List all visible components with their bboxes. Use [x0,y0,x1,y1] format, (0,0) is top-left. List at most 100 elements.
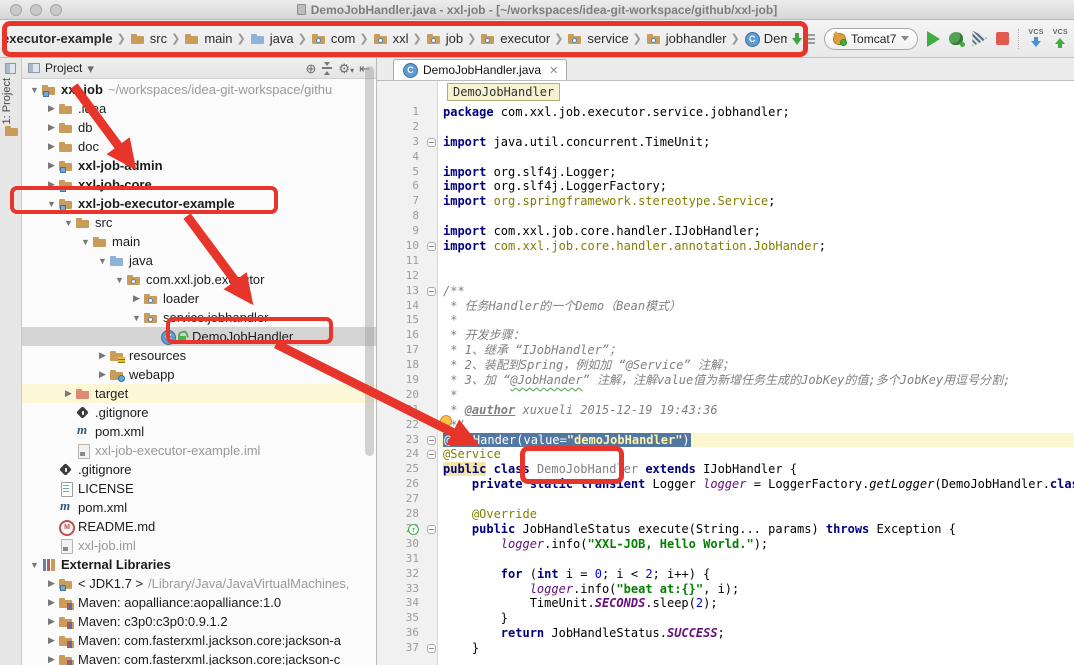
breadcrumb-item-java[interactable]: java [250,31,294,46]
tree-item-maven-c3p0-c3p0-0.9.1.2[interactable]: ▶Maven: c3p0:c3p0:0.9.1.2 [22,612,376,631]
close-tab-icon[interactable]: ✕ [549,64,558,77]
breadcrumb-item-xxl[interactable]: xxl [373,31,409,46]
module-icon [58,159,74,173]
tree-item-xxl-job[interactable]: ▼xxl-job~/workspaces/idea-git-workspace/… [22,80,376,99]
close-window-button[interactable] [10,4,22,16]
tree-expand-arrow[interactable]: ▼ [130,313,143,323]
collapse-all-icon[interactable] [321,62,333,75]
tree-item-.idea[interactable]: ▶.idea [22,99,376,118]
minimize-window-button[interactable] [30,4,42,16]
tree-expand-arrow[interactable]: ▶ [96,350,109,361]
toolbar-separator [1018,29,1019,49]
tree-item-service.jobhandler[interactable]: ▼service.jobhandler [22,308,376,327]
code-text: * 3、加 “@JobHander” 注解，注解value值为新增任务生成的Jo… [377,373,1074,388]
tree-item-pom.xml[interactable]: pom.xml [22,422,376,441]
code-line-34: 34 TimeUnit.SECONDS.sleep(2); [377,596,1074,611]
project-panel-title: Project [45,61,82,75]
tree-expand-arrow[interactable]: ▼ [62,218,75,228]
gear-icon[interactable]: ⚙▾ [338,62,354,75]
tree-expand-arrow[interactable]: ▶ [45,597,58,608]
tree-item-main[interactable]: ▼main [22,232,376,251]
tool-window-icon[interactable] [5,63,16,74]
tree-item-loader[interactable]: ▶loader [22,289,376,308]
editor-area: DemoJobHandler.java ✕ DemoJobHandler 1pa… [377,58,1074,665]
project-tree-scrollbar[interactable] [365,66,374,456]
tree-item-webapp[interactable]: ▶webapp [22,365,376,384]
tree-item-resources[interactable]: ▶resources [22,346,376,365]
tree-item-external-libraries[interactable]: ▼External Libraries [22,555,376,574]
tree-expand-arrow[interactable]: ▼ [79,237,92,247]
tree-item-demojobhandler[interactable]: DemoJobHandler [22,327,376,346]
tab-demojobhandler[interactable]: DemoJobHandler.java ✕ [393,59,567,80]
tree-expand-arrow[interactable]: ▶ [62,388,75,399]
breadcrumb-item-job[interactable]: job [426,31,463,46]
tree-item-db[interactable]: ▶db [22,118,376,137]
tree-item-label: .gitignore [78,462,131,477]
breadcrumb-item-src[interactable]: src [130,31,167,46]
tree-item-.gitignore[interactable]: .gitignore [22,460,376,479]
breadcrumb-item-com[interactable]: com [311,31,356,46]
vcs-update-button[interactable]: VCS [1028,29,1043,48]
tree-item-xxl-job-core[interactable]: ▶xxl-job-core [22,175,376,194]
tree-expand-arrow[interactable]: ▼ [28,560,41,570]
tree-expand-arrow[interactable]: ▼ [113,275,126,285]
tree-item-src[interactable]: ▼src [22,213,376,232]
tree-expand-arrow[interactable]: ▶ [45,635,58,646]
tree-item-java[interactable]: ▼java [22,251,376,270]
breadcrumb-item-executor[interactable]: executor [480,31,550,46]
breadcrumb-item-jobhandler[interactable]: jobhandler [646,31,727,46]
tree-expand-arrow[interactable]: ▶ [45,160,58,171]
tree-item--jdk1.7-[interactable]: ▶< JDK1.7 >/Library/Java/JavaVirtualMach… [22,574,376,593]
tree-item-com.xxl.job.executor[interactable]: ▼com.xxl.job.executor [22,270,376,289]
tree-expand-arrow[interactable]: ▶ [45,103,58,114]
tree-expand-arrow[interactable]: ▼ [96,256,109,266]
breadcrumb-item-service[interactable]: service [567,31,628,46]
stop-button[interactable] [996,32,1009,45]
tree-item-readme.md[interactable]: README.md [22,517,376,536]
breadcrumb-separator: ❯ [467,32,476,45]
tree-item-xxl-job-executor-example.iml[interactable]: xxl-job-executor-example.iml [22,441,376,460]
tree-expand-arrow[interactable]: ▶ [45,122,58,133]
tree-expand-arrow[interactable]: ▶ [45,578,58,589]
document-icon [297,4,306,15]
window-controls[interactable] [10,4,62,16]
tree-item-xxl-job-admin[interactable]: ▶xxl-job-admin [22,156,376,175]
tree-expand-arrow[interactable]: ▶ [45,654,58,665]
tree-expand-arrow[interactable]: ▶ [96,369,109,380]
tree-item-target[interactable]: ▶target [22,384,376,403]
tree-item-xxl-job-executor-example[interactable]: ▼xxl-job-executor-example [22,194,376,213]
locate-file-icon[interactable]: ⊕ [306,62,317,75]
tree-item-doc[interactable]: ▶doc [22,137,376,156]
tree-expand-arrow[interactable]: ▼ [28,85,41,95]
view-mode-chevron-icon[interactable]: ▾ [87,62,94,75]
tree-expand-arrow[interactable]: ▶ [130,293,143,304]
tree-item-maven-com.fasterxml.jackson.core-jackson-c[interactable]: ▶Maven: com.fasterxml.jackson.core:jacks… [22,650,376,665]
vcs-commit-button[interactable]: VCS [1053,29,1068,48]
download-sources-icon[interactable] [791,32,803,46]
run-configuration-select[interactable]: Tomcat7 [824,28,918,50]
stripe-folder-icon[interactable] [4,124,20,138]
code-area[interactable]: 1package com.xxl.job.executor.service.jo… [377,105,1074,656]
breadcrumb-item-demojobhandler[interactable]: DemoJobHandler [744,31,787,46]
tree-item-pom.xml[interactable]: pom.xml [22,498,376,517]
tree-expand-arrow[interactable]: ▶ [45,179,58,190]
tree-item-license[interactable]: LICENSE [22,479,376,498]
tree-item-xxl-job.iml[interactable]: xxl-job.iml [22,536,376,555]
maximize-window-button[interactable] [50,4,62,16]
tree-item-maven-aopalliance-aopalliance-1.0[interactable]: ▶Maven: aopalliance:aopalliance:1.0 [22,593,376,612]
code-text: */ [377,418,1074,433]
editor-body[interactable]: DemoJobHandler 1package com.xxl.job.exec… [377,81,1074,665]
intention-bulb-icon[interactable] [440,415,452,427]
breadcrumb-item-executor-example[interactable]: executor-example [2,31,113,46]
code-line-26: 26 private static transient Logger logge… [377,477,1074,492]
tree-expand-arrow[interactable]: ▼ [45,199,58,209]
breadcrumb-item-main[interactable]: main [184,31,232,46]
project-stripe-button[interactable]: 1: Project [1,78,13,124]
tree-expand-arrow[interactable]: ▶ [45,141,58,152]
tree-item-maven-com.fasterxml.jackson.core-jackson-a[interactable]: ▶Maven: com.fasterxml.jackson.core:jacks… [22,631,376,650]
run-button[interactable] [927,31,940,47]
tree-item-.gitignore[interactable]: .gitignore [22,403,376,422]
tree-expand-arrow[interactable]: ▶ [45,616,58,627]
debug-button[interactable] [949,32,963,45]
run-with-coverage-button[interactable] [972,31,987,47]
